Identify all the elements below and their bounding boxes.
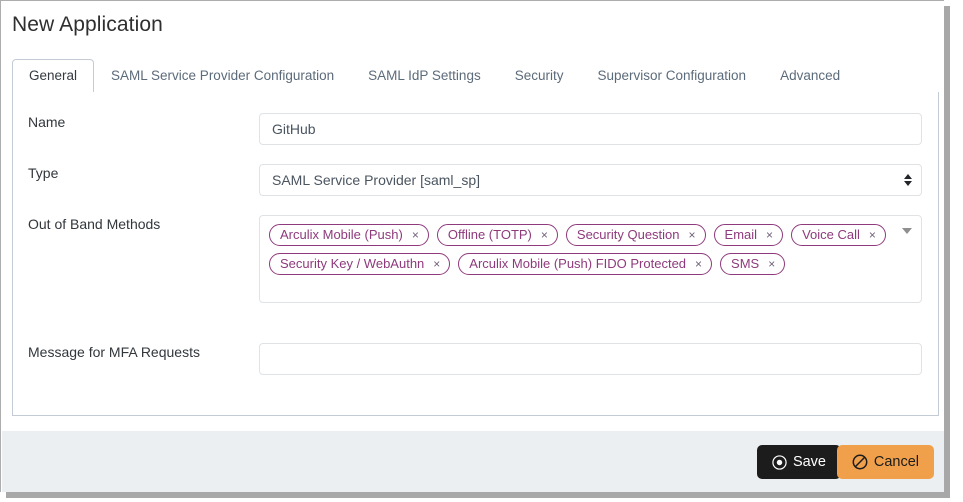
out-of-band-methods-multiselect[interactable]: Arculix Mobile (Push) × Offline (TOTP) ×… (259, 215, 922, 303)
chip[interactable]: Arculix Mobile (Push) FIDO Protected × (458, 253, 713, 275)
type-label: Type (28, 165, 59, 181)
chip[interactable]: SMS × (720, 253, 786, 275)
tab-label: Supervisor Configuration (597, 68, 747, 83)
mfa-message-control (259, 343, 922, 375)
name-input[interactable] (259, 113, 922, 145)
save-button[interactable]: Save (756, 445, 841, 479)
footer-action-bar: Save Cancel (2, 430, 944, 492)
chip-remove-icon[interactable]: × (541, 229, 548, 241)
chip[interactable]: Voice Call × (791, 224, 886, 246)
chip-remove-icon[interactable]: × (433, 258, 440, 270)
chip-label: Security Key / WebAuthn (280, 256, 425, 271)
tab-general[interactable]: General (12, 59, 95, 93)
general-tab-panel: Name Type SAML Service Provider [saml_sp… (12, 92, 939, 416)
tab-label: SAML Service Provider Configuration (111, 68, 335, 83)
chip-label: Voice Call (802, 227, 860, 242)
page-title: New Application (12, 13, 163, 36)
out-of-band-methods-label: Out of Band Methods (28, 216, 161, 232)
chip-remove-icon[interactable]: × (869, 229, 876, 241)
chip-label: Security Question (576, 227, 680, 242)
tab-label: Security (514, 68, 564, 83)
type-control: SAML Service Provider [saml_sp] (259, 164, 922, 196)
application-window: New Application General SAML Service Pro… (0, 0, 944, 492)
chip-remove-icon[interactable]: × (768, 258, 775, 270)
chevron-down-icon[interactable] (902, 228, 912, 234)
chip-remove-icon[interactable]: × (695, 258, 702, 270)
save-button-label: Save (792, 454, 826, 470)
chip-label: Offline (TOTP) (447, 227, 532, 242)
chip-label: Email (724, 227, 758, 242)
tab-advanced[interactable]: Advanced (763, 59, 857, 92)
mfa-message-input[interactable] (259, 343, 922, 375)
tab-label: SAML IdP Settings (368, 68, 481, 83)
out-of-band-methods-control: Arculix Mobile (Push) × Offline (TOTP) ×… (259, 215, 922, 303)
chip[interactable]: Arculix Mobile (Push) × (269, 224, 429, 246)
tab-security[interactable]: Security (498, 59, 581, 92)
tab-saml-idp-settings[interactable]: SAML IdP Settings (351, 59, 498, 92)
cancel-button-label: Cancel (873, 454, 919, 470)
chip-remove-icon[interactable]: × (412, 229, 419, 241)
chip[interactable]: Offline (TOTP) × (436, 224, 558, 246)
chip[interactable]: Security Key / WebAuthn × (269, 253, 451, 275)
chip-remove-icon[interactable]: × (689, 229, 696, 241)
chip-label: Arculix Mobile (Push) (280, 227, 403, 242)
record-circle-icon (772, 454, 787, 470)
name-label: Name (28, 114, 66, 130)
mfa-message-label: Message for MFA Requests (28, 344, 200, 360)
tab-saml-service-provider-configuration[interactable]: SAML Service Provider Configuration (94, 59, 351, 92)
tab-supervisor-configuration[interactable]: Supervisor Configuration (580, 59, 763, 92)
chip[interactable]: Email × (713, 224, 784, 246)
chip-label: Arculix Mobile (Push) FIDO Protected (469, 256, 687, 271)
tab-bar: General SAML Service Provider Configurat… (12, 59, 939, 93)
no-entry-icon (852, 454, 868, 470)
chip-remove-icon[interactable]: × (766, 229, 773, 241)
name-control (259, 113, 922, 145)
cancel-button[interactable]: Cancel (836, 445, 934, 479)
chip[interactable]: Security Question × (565, 224, 706, 246)
tab-label: General (29, 68, 78, 83)
chip-list: Arculix Mobile (Push) × Offline (TOTP) ×… (269, 224, 895, 275)
chip-label: SMS (731, 256, 760, 271)
tab-label: Advanced (780, 68, 841, 83)
type-select[interactable]: SAML Service Provider [saml_sp] (259, 164, 922, 196)
